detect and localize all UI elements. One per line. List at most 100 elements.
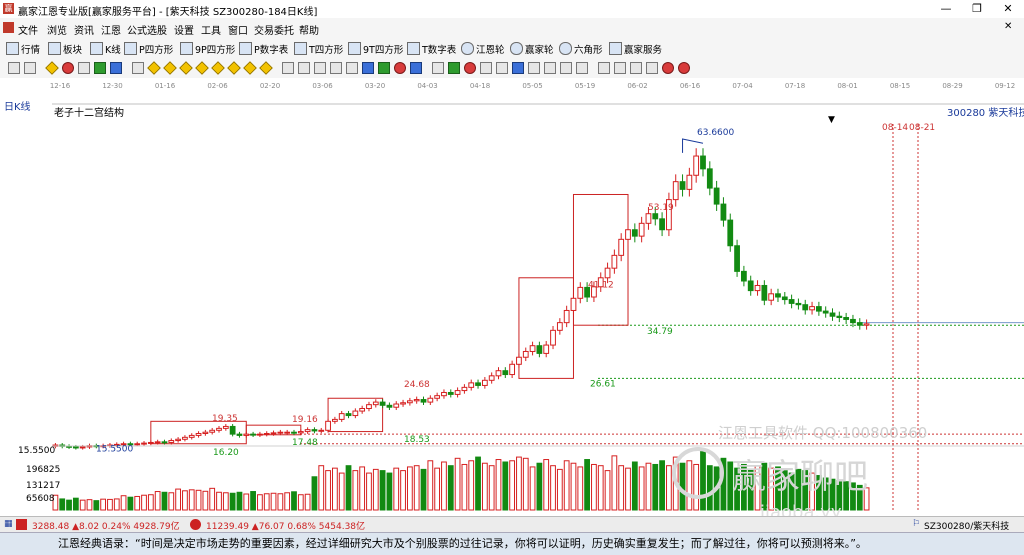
close-button[interactable]: ✕ xyxy=(993,0,1023,18)
volume-bar xyxy=(481,462,488,511)
tool-fib-icon[interactable] xyxy=(432,62,444,74)
menu-help[interactable]: 帮助 xyxy=(299,22,319,37)
tool-angle-icon[interactable] xyxy=(314,62,326,74)
tool-save-icon[interactable] xyxy=(362,62,374,74)
tool-hand-icon[interactable] xyxy=(282,62,294,74)
volume-bar xyxy=(645,462,652,511)
tool-square-icon[interactable] xyxy=(448,62,460,74)
toolbar-9p-square-button[interactable]: 9P四方形 xyxy=(180,42,235,56)
tool-channel-icon[interactable] xyxy=(544,62,556,74)
menu-trade[interactable]: 交易委托 xyxy=(254,22,294,37)
tool-open-icon[interactable] xyxy=(378,62,390,74)
tool-text-icon[interactable] xyxy=(576,62,588,74)
tool-yellow-f-icon[interactable] xyxy=(227,61,241,75)
menu-tools[interactable]: 工具 xyxy=(201,22,221,37)
menu-settings[interactable]: 设置 xyxy=(174,22,194,37)
tool-chart-type-icon[interactable] xyxy=(45,61,59,75)
t-table-icon xyxy=(407,42,420,55)
volume-bar xyxy=(604,470,611,511)
volume-bar xyxy=(393,467,400,511)
tool-parallel-icon[interactable] xyxy=(560,62,572,74)
tool-yellow-c-icon[interactable] xyxy=(179,61,193,75)
grid-layer xyxy=(300,124,1024,510)
menu-formula[interactable]: 公式选股 xyxy=(127,22,167,37)
volume-bar xyxy=(625,467,631,511)
tool-note-icon[interactable] xyxy=(630,62,642,74)
volume-bar xyxy=(120,495,127,511)
tool-yellow-e-icon[interactable] xyxy=(211,61,225,75)
kline-chart[interactable]: 12-16 12-30 01-16 02-06 02-20 03-06 03-20 04-03… xyxy=(0,78,1024,516)
candle-body xyxy=(809,306,815,311)
minimize-button[interactable]: — xyxy=(931,0,961,18)
tool-layout-icon[interactable] xyxy=(8,62,20,74)
volume-bar xyxy=(461,463,468,511)
support-label-26: 26.61 xyxy=(590,379,616,389)
tool-vline-icon[interactable] xyxy=(110,62,122,74)
toolbar-9t-square-button[interactable]: 9T四方形 xyxy=(348,42,403,56)
candle-body xyxy=(441,391,447,397)
peak-label: 63.6600 xyxy=(697,128,734,138)
tool-period-icon[interactable] xyxy=(528,62,540,74)
candle-body xyxy=(447,391,454,395)
volume-bar xyxy=(556,468,563,511)
candle-body xyxy=(481,379,488,386)
menu-file[interactable]: 文件 xyxy=(18,22,38,37)
tool-time-icon[interactable] xyxy=(512,62,524,74)
toolbar-p-square-button[interactable]: P四方形 xyxy=(124,42,173,56)
tool-arc-icon[interactable] xyxy=(480,62,492,74)
tool-hline-icon[interactable] xyxy=(94,62,106,74)
toolbar-sector-button[interactable]: 板块 xyxy=(48,42,82,56)
tool-line-icon[interactable] xyxy=(78,62,90,74)
toolbar-kline-button[interactable]: K线 xyxy=(90,42,121,56)
tool-gann-box-icon[interactable] xyxy=(346,62,358,74)
toolbar-quotes-button[interactable]: 行情 xyxy=(6,42,40,56)
volume-bar xyxy=(488,465,495,511)
tool-yellow-b-icon[interactable] xyxy=(163,61,177,75)
app-menu-icon[interactable] xyxy=(3,22,14,33)
menu-window[interactable]: 窗口 xyxy=(228,22,248,37)
volume-bar xyxy=(706,465,713,511)
toolbar-t-table-button[interactable]: T数字表 xyxy=(407,42,456,56)
tool-cross-icon[interactable] xyxy=(298,62,310,74)
child-close-button[interactable]: ✕ xyxy=(1004,21,1012,32)
tool-arrow-icon[interactable] xyxy=(598,62,610,74)
tool-circle-icon[interactable] xyxy=(464,62,476,74)
tool-ray-icon[interactable] xyxy=(132,62,144,74)
candle-body xyxy=(379,401,386,406)
menu-gann[interactable]: 江恩 xyxy=(101,22,121,37)
toolbar-hexagon-button[interactable]: 六角形 xyxy=(559,42,603,56)
tool-mark-icon[interactable] xyxy=(614,62,626,74)
candle-body xyxy=(795,302,802,306)
toolbar-service-button[interactable]: 赢家服务 xyxy=(609,42,662,56)
menu-browse[interactable]: 浏览 xyxy=(47,22,67,37)
watermark-text: 江恩工具软件 QQ:100800360 xyxy=(718,424,927,442)
tool-color-icon[interactable] xyxy=(662,62,674,74)
candle-body xyxy=(829,312,836,317)
date-axis-tick: 05-19 xyxy=(575,82,595,90)
toolbar-winner-wheel-button[interactable]: 赢家轮 xyxy=(510,42,554,56)
toolbar-gann-wheel-button[interactable]: 江恩轮 xyxy=(461,42,505,56)
tool-yellow-g-icon[interactable] xyxy=(243,61,257,75)
sz-index-value: 11239.49 ▲76.07 0.68% 5454.38亿 xyxy=(206,522,366,532)
tool-yellow-d-icon[interactable] xyxy=(195,61,209,75)
menu-news[interactable]: 资讯 xyxy=(74,22,94,37)
tool-trend-icon[interactable] xyxy=(62,62,74,74)
tool-print-icon[interactable] xyxy=(410,62,422,74)
candle-body xyxy=(141,442,147,445)
tool-price-icon[interactable] xyxy=(496,62,508,74)
network-icon: ⚐ xyxy=(912,519,921,529)
tool-grid-icon[interactable] xyxy=(24,62,36,74)
tool-clear-icon[interactable] xyxy=(678,62,690,74)
toolbar-t-square-button[interactable]: T四方形 xyxy=(294,42,343,56)
dropdown-arrow-icon[interactable]: ▼ xyxy=(828,115,835,125)
tool-fan-icon[interactable] xyxy=(330,62,342,74)
title-bar: 赢 赢家江恩专业版[赢家服务平台] - [紫天科技 SZ300280-184日K… xyxy=(0,0,1024,19)
tool-yellow-h-icon[interactable] xyxy=(259,61,273,75)
high-label-19b: 19.16 xyxy=(292,415,318,425)
tool-yellow-a-icon[interactable] xyxy=(147,61,161,75)
tool-list-icon[interactable] xyxy=(646,62,658,74)
maximize-button[interactable]: ❐ xyxy=(962,0,992,18)
tool-delete-icon[interactable] xyxy=(394,62,406,74)
toolbar-p-table-button[interactable]: P数字表 xyxy=(239,42,288,56)
volume-bar xyxy=(304,493,311,511)
